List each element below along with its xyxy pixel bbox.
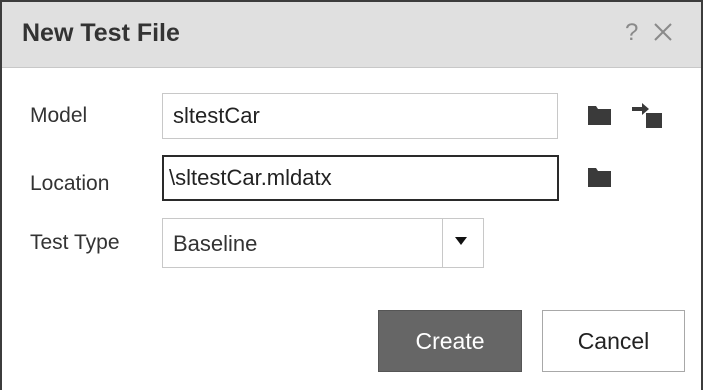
cancel-button[interactable]: Cancel [542,310,685,372]
create-button[interactable]: Create [378,310,522,372]
model-label: Model [30,104,88,127]
location-browse-folder-icon[interactable] [586,165,614,189]
select-divider [442,219,443,267]
model-browse-folder-icon[interactable] [586,103,614,127]
location-label: Location [30,172,110,195]
model-input[interactable]: sltestCar [162,93,558,139]
chevron-down-icon[interactable] [455,237,467,245]
new-test-file-dialog: New Test File ? Model sltestCar Location… [0,0,703,390]
dialog-title: New Test File [22,19,180,47]
test-type-select[interactable]: Baseline [162,218,484,268]
test-type-label: Test Type [30,231,120,254]
location-input[interactable]: \sltestCar.mldatx [162,155,559,201]
open-model-icon[interactable] [630,100,666,130]
help-button[interactable]: ? [625,19,638,47]
dialog-titlebar: New Test File ? [2,0,701,68]
close-icon[interactable] [652,21,674,43]
test-type-selected-value: Baseline [173,231,258,256]
